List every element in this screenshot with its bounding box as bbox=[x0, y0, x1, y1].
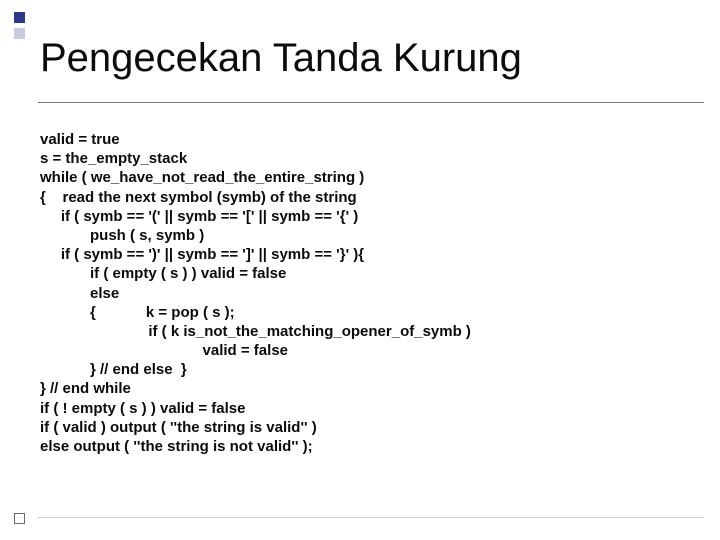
accent-squares-top bbox=[14, 12, 25, 39]
slide-title: Pengecekan Tanda Kurung bbox=[40, 36, 522, 81]
title-divider bbox=[38, 102, 704, 103]
bottom-divider bbox=[38, 517, 704, 518]
code-block: valid = true s = the_empty_stack while (… bbox=[40, 130, 690, 456]
accent-square-bottom bbox=[14, 513, 25, 524]
slide: Pengecekan Tanda Kurung valid = true s =… bbox=[0, 0, 720, 540]
accent-square bbox=[14, 12, 25, 23]
accent-square bbox=[14, 28, 25, 39]
